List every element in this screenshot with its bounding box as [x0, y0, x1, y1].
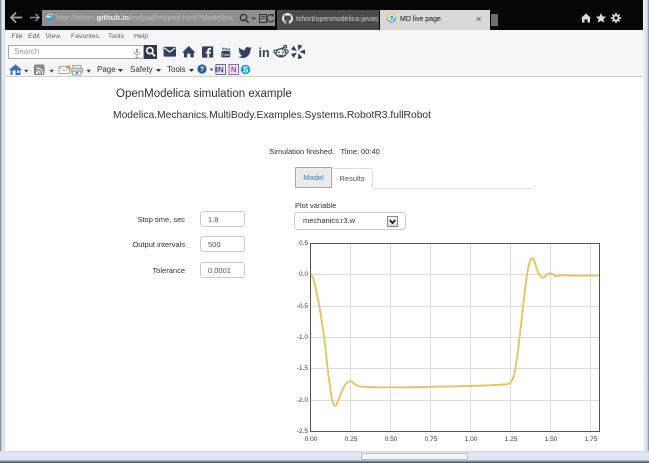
- svg-text:?: ?: [200, 65, 205, 74]
- svg-text:N: N: [231, 66, 237, 75]
- svg-text:Tube: Tube: [221, 52, 231, 57]
- svg-text:in: in: [259, 46, 270, 60]
- svg-text:S: S: [243, 65, 249, 74]
- svg-text:N: N: [218, 66, 224, 75]
